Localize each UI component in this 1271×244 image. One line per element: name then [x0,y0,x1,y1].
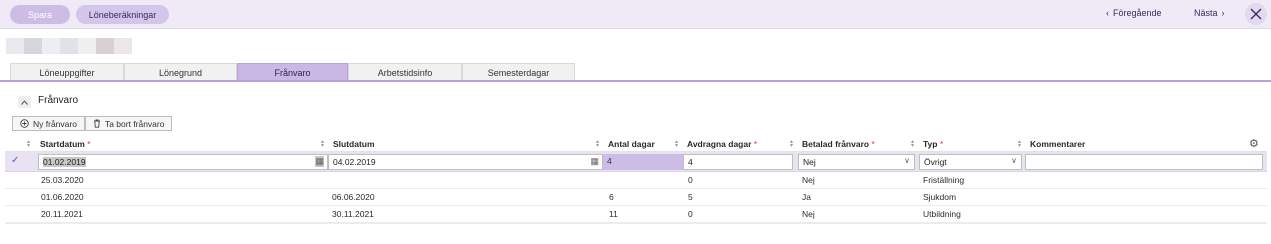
next-label: Nästa [1194,8,1218,18]
tab-bar: Löneuppgifter Lönegrund Frånvaro Arbetst… [10,63,575,81]
sort-icon[interactable]: ▴ ▾ [596,139,602,149]
cell-days: 11 [609,209,618,219]
remove-absence-button[interactable]: Ta bort frånvaro [84,116,173,131]
col-antal-dagar[interactable]: Antal dagar [608,139,655,149]
section-title: Frånvaro [38,95,79,106]
cell-type: Sjukdom [923,192,957,202]
trash-icon [93,119,100,128]
tab-loneuppgifter[interactable]: Löneuppgifter [10,63,124,81]
col-typ-label: Typ [923,139,938,149]
new-absence-label: Ny frånvaro [33,118,77,129]
tab-lonegrund[interactable]: Lönegrund [124,63,237,81]
next-link[interactable]: Nästa › [1194,8,1225,18]
absence-grid: ▴ ▾ Startdatum * ▴ ▾ Slutdatum ▴ ▾ Antal da… [5,136,1267,223]
comment-input[interactable] [1025,154,1263,170]
chevron-down-icon: ∨ [904,156,910,165]
section-actions: Ny frånvaro Ta bort frånvaro [12,116,173,131]
chevron-left-icon: ‹ [1106,8,1109,18]
cell-deducted: 0 [688,175,693,185]
cell-end: 06.06.2020 [332,192,375,202]
cell-start: 01.06.2020 [41,192,84,202]
tab-semesterdagar[interactable]: Semesterdagar [462,63,575,81]
sort-icon[interactable]: ▴ ▾ [1018,139,1024,149]
sort-icon[interactable]: ▴ ▾ [321,139,327,149]
sort-icon[interactable]: ▴ ▾ [675,139,681,149]
cell-type: Utbildning [923,209,961,219]
remove-absence-label: Ta bort frånvaro [104,118,165,129]
col-kommentarer-label: Kommentarer [1030,139,1086,149]
col-slutdatum-label: Slutdatum [333,139,375,149]
close-button[interactable] [1245,3,1267,25]
deducted-days-value: 4 [688,157,693,167]
required-marker: * [87,139,91,149]
chevron-down-icon: ∨ [1011,156,1017,165]
cell-start: 20.11.2021 [41,209,83,219]
save-button[interactable]: Spara [10,5,70,24]
grid-bottom-border [5,223,1267,224]
tab-underline [0,80,1271,82]
col-betalad-franvaro[interactable]: Betalad frånvaro * [802,139,875,149]
cell-paid: Nej [802,209,815,219]
col-kommentarer[interactable]: Kommentarer [1030,139,1085,149]
required-marker: * [753,139,758,149]
redacted-employee-name [6,38,132,54]
previous-label: Föregående [1113,8,1162,18]
required-marker: * [871,139,875,149]
type-value: Övrigt [924,157,947,167]
previous-link[interactable]: ‹ Föregående [1106,8,1162,18]
col-avdragna-dagar[interactable]: Avdragna dagar * [687,139,757,149]
table-row-editing[interactable]: ✓ 01.02.2019 ▦ 04.02.2019 ▦ 4 4 Nej ∨ Öv… [5,152,1267,172]
days-readonly: 4 [603,154,683,170]
col-typ[interactable]: Typ * [923,139,943,149]
chevron-up-icon [21,99,28,105]
paid-absence-value: Nej [803,157,816,167]
col-betalad-franvaro-label: Betalad frånvaro [802,139,870,149]
cell-end: 30.11.2021 [332,209,374,219]
required-marker: * [939,139,944,149]
cell-type: Friställning [923,175,965,185]
cell-start: 25.03.2020 [41,175,84,185]
tab-arbetstidsinfo[interactable]: Arbetstidsinfo [348,63,462,81]
days-value: 4 [607,156,612,166]
calendar-icon[interactable]: ▦ [590,156,599,167]
grid-header: ▴ ▾ Startdatum * ▴ ▾ Slutdatum ▴ ▾ Antal da… [5,136,1267,152]
cell-paid: Nej [802,175,815,185]
end-date-value: 04.02.2019 [333,157,376,167]
start-date-input[interactable]: 01.02.2019 ▦ [38,154,328,170]
close-icon [1250,8,1262,20]
table-row[interactable]: 20.11.2021 30.11.2021 11 0 Nej Utbildnin… [5,206,1267,223]
start-date-value: 01.02.2019 [43,157,86,167]
col-avdragna-dagar-label: Avdragna dagar [687,139,752,149]
cell-paid: Ja [802,192,811,202]
end-date-input[interactable]: 04.02.2019 ▦ [328,154,603,170]
salary-calculations-button[interactable]: Löneberäkningar [76,5,169,24]
table-row[interactable]: 01.06.2020 06.06.2020 6 5 Ja Sjukdom [5,189,1267,206]
sort-icon[interactable]: ▴ ▾ [27,139,33,149]
col-startdatum[interactable]: Startdatum * [40,139,91,149]
cell-deducted: 0 [688,209,693,219]
deducted-days-input[interactable]: 4 [683,154,793,170]
top-toolbar: Spara Löneberäkningar ‹ Föregående Nästa… [0,0,1271,29]
type-select[interactable]: Övrigt ∨ [919,154,1022,170]
new-absence-button[interactable]: Ny frånvaro [12,116,85,131]
cell-days: 6 [609,192,614,202]
tab-franvaro[interactable]: Frånvaro [237,63,348,81]
plus-circle-icon [20,119,29,128]
collapse-section-button[interactable] [18,96,31,108]
col-slutdatum[interactable]: Slutdatum [333,139,375,149]
sort-icon[interactable]: ▴ ▾ [790,139,796,149]
cell-deducted: 5 [688,192,693,202]
col-startdatum-label: Startdatum [40,139,85,149]
chevron-right-icon: › [1221,8,1225,18]
sort-icon[interactable]: ▴ ▾ [911,139,917,149]
paid-absence-select[interactable]: Nej ∨ [798,154,915,170]
calendar-icon[interactable]: ▦ [315,156,324,167]
gear-icon[interactable]: ⚙ [1249,137,1259,150]
col-antal-dagar-label: Antal dagar [608,139,655,149]
checkmark-icon: ✓ [11,155,20,166]
table-row[interactable]: 25.03.2020 0 Nej Friställning [5,172,1267,189]
